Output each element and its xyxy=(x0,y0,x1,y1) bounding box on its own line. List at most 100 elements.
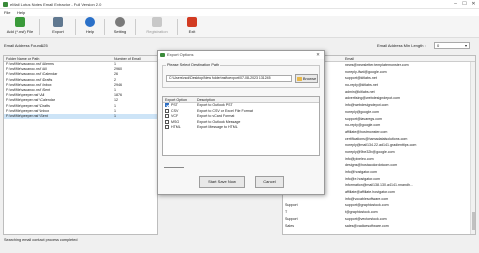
destination-group: Please Select Destination Path C:\Users\… xyxy=(162,63,320,88)
dialog-title-bar: Export Options xyxy=(158,51,324,59)
registration-icon xyxy=(152,17,162,27)
folder-list: Folder Name or Path Number of Email F:\ns… xyxy=(3,55,158,235)
minlen-dropdown[interactable]: 0 ▾ xyxy=(434,42,470,49)
destination-group-label: Please Select Destination Path xyxy=(166,63,221,67)
setting-button[interactable]: Setting xyxy=(106,17,134,37)
menu-help[interactable]: Help xyxy=(17,10,25,15)
exit-button[interactable]: Exit xyxy=(178,17,206,37)
email-list-scrollbar[interactable] xyxy=(470,62,475,234)
export-label: Export xyxy=(52,29,64,34)
export-option-name: HTML xyxy=(171,125,181,129)
contact-email: admin@kitlabs.net xyxy=(345,89,375,94)
toolbar-divider xyxy=(39,19,40,35)
help-button[interactable]: Help xyxy=(76,17,104,37)
registration-button[interactable]: Registration xyxy=(140,17,174,37)
export-option-checkbox[interactable] xyxy=(165,108,169,113)
export-option-row[interactable]: HTML Export Message to HTML xyxy=(163,125,319,131)
folder-path: F:\nsf\file\peeper.nsf \Sent xyxy=(6,113,48,118)
status-row: Email Address Found : 125 Email Address … xyxy=(0,40,479,50)
browse-label: Browse xyxy=(302,76,317,81)
exit-label: Exit xyxy=(188,29,196,34)
contact-email: advertising@webdesigndepot.com xyxy=(345,96,400,101)
contact-email: support@lavaregs.com xyxy=(345,116,383,121)
contact-name: Sales xyxy=(285,223,294,228)
email-row[interactable]: Tt@graphicstock.com xyxy=(283,209,475,216)
email-row[interactable]: Sales sales@vadicesoftware.com xyxy=(283,223,475,230)
close-window-button[interactable]: ✕ xyxy=(470,1,477,8)
export-option-name: MSG xyxy=(171,119,180,124)
destination-path-field[interactable]: C:\Users\ncd\Desktop\New folder\nsftoexp… xyxy=(166,75,292,82)
folder-rows: F:\nsf\file\vacanoc.nsf \Alerms 1 F:\nsf\f… xyxy=(4,62,157,120)
export-button[interactable]: Export xyxy=(44,17,72,37)
found-label: Email Address Found : xyxy=(4,43,45,48)
export-option-checkbox[interactable] xyxy=(165,114,169,119)
help-label: Help xyxy=(85,29,95,34)
registration-label: Registration xyxy=(146,29,168,34)
export-option-checkbox[interactable] xyxy=(165,103,169,108)
contact-email: designs@hostacolordotcom.com xyxy=(345,163,398,168)
maximize-button[interactable]: ☐ xyxy=(461,1,468,8)
menu-bar: File Help xyxy=(0,9,479,16)
cancel-button[interactable]: Cancel xyxy=(255,176,284,188)
contact-email: no-reply@google.com xyxy=(345,123,381,128)
export-option-name: VCF xyxy=(171,114,179,118)
contact-email: no-reply@kitlabs.net xyxy=(345,83,378,88)
contact-email: news@newsletter.templatemonster.com xyxy=(345,63,409,67)
contact-email: noreply@mail134.22.ad141.gradienttips.co… xyxy=(345,143,417,148)
dialog-app-icon xyxy=(160,53,165,57)
contact-email: info@vocablesoftware.com xyxy=(345,196,389,201)
folder-email-count: 1 xyxy=(114,113,116,118)
contact-name: Support xyxy=(285,203,298,208)
window-title: eMail Lotus Notes Email Extractor - Full… xyxy=(10,2,102,7)
dialog-close-button[interactable]: ✕ xyxy=(314,51,322,59)
email-row[interactable]: info@vocablesoftware.com xyxy=(283,196,475,203)
start-save-button[interactable]: Start Save Now xyxy=(199,176,245,188)
contact-email: affiliate@hostmonster.com xyxy=(345,129,388,134)
folder-row[interactable]: F:\nsf\file\peeper.nsf \Sent 1 xyxy=(4,113,157,120)
contact-email: t@graphicstock.com xyxy=(345,210,378,215)
found-count: 125 xyxy=(41,43,48,48)
dialog-title: Export Options xyxy=(167,52,194,57)
progress-line xyxy=(164,167,184,168)
export-options-dialog: Export Options ✕ Please Select Destinati… xyxy=(157,50,325,195)
contact-name: Support xyxy=(285,216,298,221)
contact-email: info@pixeleo.com xyxy=(345,156,374,161)
export-option-name: CSV xyxy=(171,108,179,113)
email-row[interactable]: Support support@vectorstock.com xyxy=(283,216,475,223)
toolbar-divider xyxy=(135,19,136,35)
exit-icon xyxy=(187,17,197,27)
add-file-label: Add (*.nsf) File xyxy=(6,29,34,34)
contact-email: noreply@9be32b@google.com xyxy=(345,149,395,154)
status-bar: Searching email contact process complete… xyxy=(0,236,479,244)
menu-file[interactable]: File xyxy=(4,10,10,15)
export-option-list: Export Option Description PST Export to Ou… xyxy=(162,96,320,156)
contact-email: noreply@google.com xyxy=(345,109,380,114)
browse-button[interactable]: Browse xyxy=(295,74,318,83)
scrollbar-thumb[interactable] xyxy=(471,212,475,230)
contact-name: T xyxy=(285,210,288,215)
title-bar: eMail Lotus Notes Email Extractor - Full… xyxy=(0,0,479,9)
export-option-name: PST xyxy=(171,103,178,107)
export-option-checkbox[interactable] xyxy=(165,125,169,130)
contact-email: info@webdesigndepot.com xyxy=(345,103,389,108)
help-icon xyxy=(85,17,95,27)
gear-icon xyxy=(115,17,125,27)
contact-email: info@e.hostgator.com xyxy=(345,176,381,181)
email-row[interactable]: Support support@graphicstock.com xyxy=(283,202,475,209)
chevron-down-icon: ▾ xyxy=(464,43,467,48)
add-file-button[interactable]: Add (*.nsf) File xyxy=(4,17,36,37)
contact-email: information@mail138.130.a4141.nnandh... xyxy=(345,183,413,188)
minimize-button[interactable]: – xyxy=(452,1,459,8)
contact-email: noreply-ifwd@google.com xyxy=(345,69,387,74)
setting-label: Setting xyxy=(113,29,127,34)
contact-email: support@vectorstock.com xyxy=(345,216,387,221)
folder-add-icon xyxy=(15,17,25,27)
minlen-value: 0 xyxy=(437,43,440,48)
export-option-checkbox[interactable] xyxy=(165,119,169,124)
contact-email: sales@vadicesoftware.com xyxy=(345,223,389,228)
contact-email: certifications@hamadatalsolutions.com xyxy=(345,136,408,141)
contact-email: support@graphicstock.com xyxy=(345,203,389,208)
export-icon xyxy=(53,17,63,27)
app-icon xyxy=(3,2,8,7)
toolbar-divider xyxy=(104,19,105,35)
